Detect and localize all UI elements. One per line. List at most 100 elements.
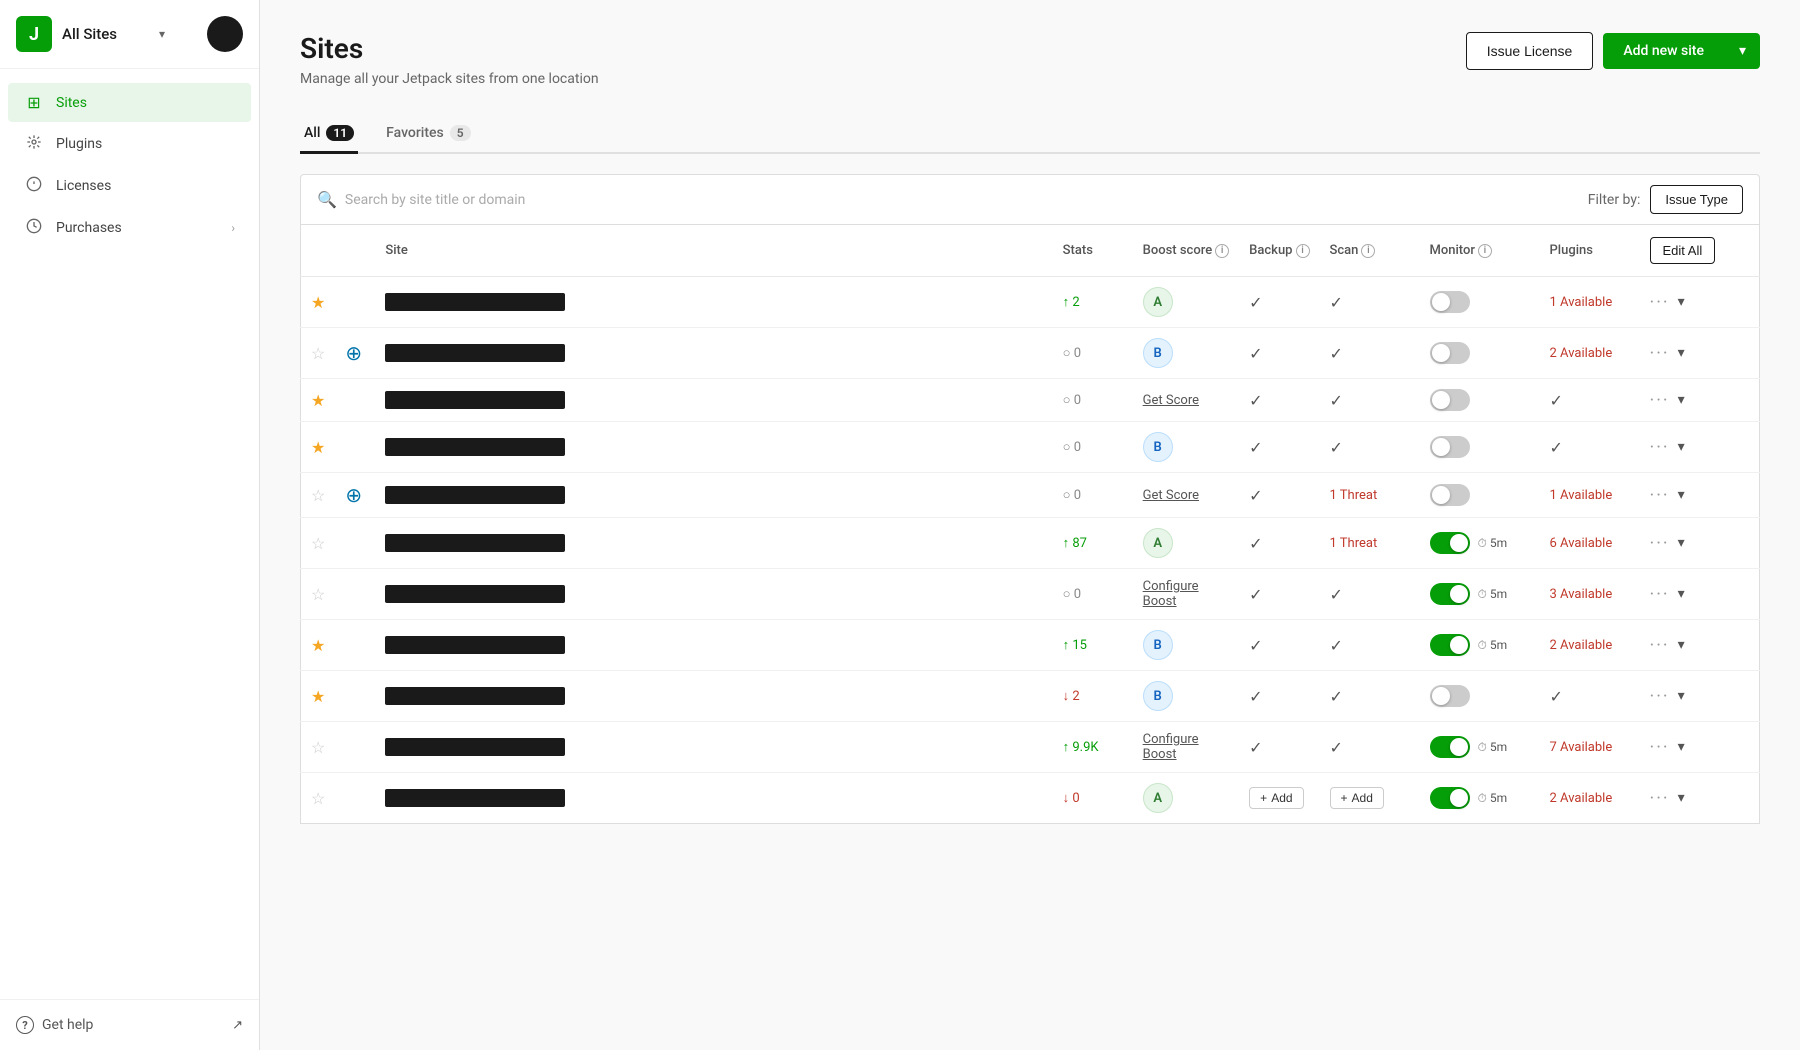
monitor-toggle[interactable] [1430,389,1470,411]
row-menu-button[interactable]: ··· [1650,437,1670,458]
add-site-chevron-icon[interactable]: ▾ [1725,33,1760,69]
row-expand-button[interactable]: ▾ [1678,487,1685,503]
row-1-plugins-cell: 2 Available [1540,328,1640,379]
row-expand-button[interactable]: ▾ [1678,739,1685,755]
star-icon[interactable]: ★ [311,687,325,706]
monitor-info-icon[interactable]: i [1478,244,1492,258]
row-menu-button[interactable]: ··· [1650,737,1670,758]
site-name-bar[interactable] [385,738,565,756]
star-icon[interactable]: ★ [311,636,325,655]
site-name-bar[interactable] [385,486,565,504]
star-icon[interactable]: ☆ [311,344,325,363]
row-menu-button[interactable]: ··· [1650,485,1670,506]
row-expand-button[interactable]: ▾ [1678,345,1685,361]
star-icon[interactable]: ★ [311,391,325,410]
site-name-bar[interactable] [385,293,565,311]
boost-badge: A [1143,287,1173,317]
add-scan-button[interactable]: + Add [1330,787,1384,809]
plugins-available-link[interactable]: 3 Available [1550,587,1613,602]
row-expand-button[interactable]: ▾ [1678,294,1685,310]
star-icon[interactable]: ☆ [311,585,325,604]
plugins-available-link[interactable]: 1 Available [1550,488,1613,503]
scan-info-icon[interactable]: i [1361,244,1375,258]
row-expand-button[interactable]: ▾ [1678,688,1685,704]
th-actions: Edit All [1640,225,1760,277]
row-9-host-cell [335,722,375,773]
row-expand-button[interactable]: ▾ [1678,637,1685,653]
filter-row: Filter by: Issue Type [1588,185,1743,214]
site-name-bar[interactable] [385,687,565,705]
filter-issue-type-button[interactable]: Issue Type [1650,185,1743,214]
monitor-toggle[interactable] [1430,484,1470,506]
user-avatar[interactable] [207,16,243,52]
row-menu-button[interactable]: ··· [1650,390,1670,411]
help-link[interactable]: ? Get help ↗ [0,999,259,1050]
plugins-available-link[interactable]: 2 Available [1550,346,1613,361]
edit-all-button[interactable]: Edit All [1650,237,1716,264]
sidebar-item-licenses[interactable]: Licenses [8,166,251,206]
row-menu-button[interactable]: ··· [1650,292,1670,313]
monitor-toggle[interactable] [1430,291,1470,313]
row-7-boost-cell: B [1133,620,1240,671]
site-name-bar[interactable] [385,534,565,552]
issue-license-button[interactable]: Issue License [1466,32,1594,70]
star-icon[interactable]: ☆ [311,789,325,808]
site-selector-chevron[interactable]: ▾ [159,27,165,41]
backup-info-icon[interactable]: i [1296,244,1310,258]
plugins-available-link[interactable]: 1 Available [1550,295,1613,310]
tab-all[interactable]: All 11 [300,115,358,154]
tab-favorites[interactable]: Favorites 5 [382,115,474,154]
star-icon[interactable]: ☆ [311,534,325,553]
site-name-bar[interactable] [385,636,565,654]
plugins-available-link[interactable]: 2 Available [1550,791,1613,806]
row-7-site-cell [375,620,1052,671]
monitor-toggle[interactable] [1430,787,1470,809]
scan-threat-link[interactable]: 1 Threat [1330,536,1378,551]
add-backup-button[interactable]: + Add [1249,787,1303,809]
th-monitor: Monitor i [1420,225,1540,277]
monitor-toggle[interactable] [1430,583,1470,605]
boost-link[interactable]: Configure Boost [1143,579,1199,609]
boost-info-icon[interactable]: i [1215,244,1229,258]
boost-link[interactable]: Get Score [1143,393,1199,408]
row-menu-button[interactable]: ··· [1650,584,1670,605]
row-expand-button[interactable]: ▾ [1678,392,1685,408]
site-name-bar[interactable] [385,789,565,807]
boost-link[interactable]: Get Score [1143,488,1199,503]
monitor-toggle[interactable] [1430,634,1470,656]
row-menu-button[interactable]: ··· [1650,686,1670,707]
scan-threat-link[interactable]: 1 Threat [1330,488,1378,503]
sidebar-item-purchases[interactable]: Purchases › [8,208,251,248]
row-menu-button[interactable]: ··· [1650,533,1670,554]
monitor-toggle[interactable] [1430,685,1470,707]
monitor-toggle[interactable] [1430,436,1470,458]
star-icon[interactable]: ★ [311,438,325,457]
site-name-bar[interactable] [385,391,565,409]
site-name-bar[interactable] [385,438,565,456]
row-expand-button[interactable]: ▾ [1678,790,1685,806]
add-new-site-button[interactable]: Add new site ▾ [1603,33,1760,69]
row-menu-button[interactable]: ··· [1650,635,1670,656]
row-menu-button[interactable]: ··· [1650,343,1670,364]
sidebar-item-sites[interactable]: ⊞ Sites [8,83,251,122]
boost-link[interactable]: Configure Boost [1143,732,1199,762]
clock-icon: ⏱ [1478,536,1487,551]
star-icon[interactable]: ☆ [311,738,325,757]
site-name-bar[interactable] [385,344,565,362]
monitor-toggle[interactable] [1430,342,1470,364]
site-name-bar[interactable] [385,585,565,603]
row-expand-button[interactable]: ▾ [1678,439,1685,455]
row-expand-button[interactable]: ▾ [1678,535,1685,551]
monitor-toggle[interactable] [1430,736,1470,758]
site-selector-label[interactable]: All Sites [62,25,117,43]
row-menu-button[interactable]: ··· [1650,788,1670,809]
plugins-available-link[interactable]: 7 Available [1550,740,1613,755]
monitor-toggle[interactable] [1430,532,1470,554]
sidebar-item-plugins[interactable]: Plugins [8,124,251,164]
row-expand-button[interactable]: ▾ [1678,586,1685,602]
star-icon[interactable]: ★ [311,293,325,312]
row-9-scan-cell: ✓ [1320,722,1420,773]
star-icon[interactable]: ☆ [311,486,325,505]
plugins-available-link[interactable]: 2 Available [1550,638,1613,653]
plugins-available-link[interactable]: 6 Available [1550,536,1613,551]
